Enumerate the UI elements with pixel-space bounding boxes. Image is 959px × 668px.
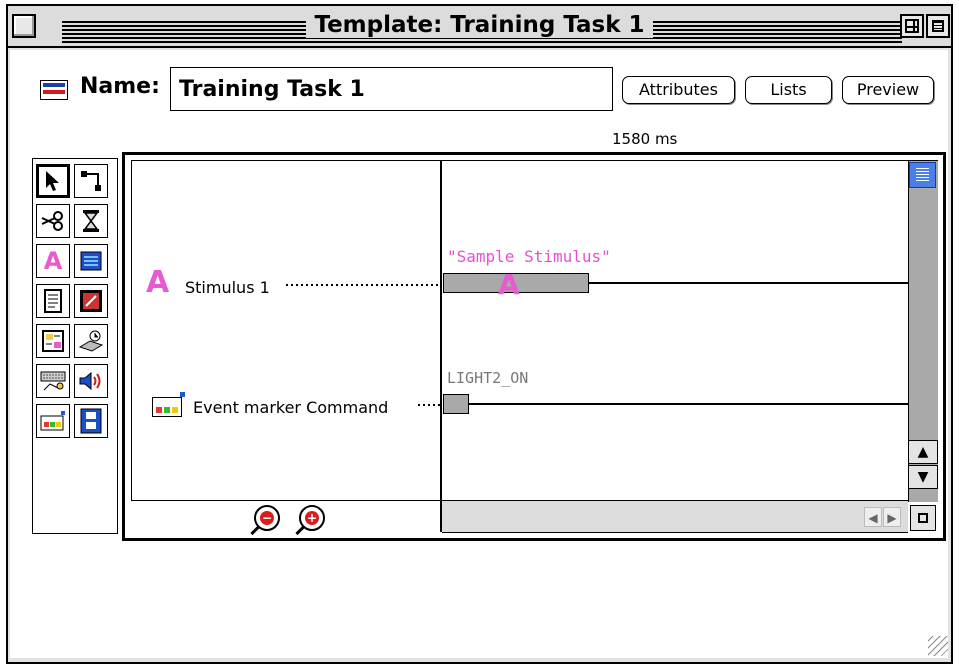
event-marker-bar[interactable] — [443, 394, 469, 414]
time-marker-label: 1580 ms — [612, 130, 678, 148]
preview-button[interactable]: Preview — [842, 76, 934, 104]
event-marker-icon — [152, 392, 185, 417]
row-label-stimulus[interactable]: Stimulus 1 — [185, 278, 270, 297]
vertical-scroll-thumb[interactable] — [909, 162, 936, 188]
collapse-box-icon[interactable] — [926, 14, 950, 38]
name-label: Name: — [80, 74, 160, 99]
zoom-out-button[interactable]: − — [254, 505, 280, 531]
connector-icon[interactable] — [74, 164, 108, 198]
attributes-button[interactable]: Attributes — [622, 76, 735, 104]
stimulus-a-icon: A — [498, 268, 520, 301]
scroll-up-arrow-icon[interactable]: ▲ — [908, 440, 938, 464]
stimulus-a-icon: A — [146, 265, 170, 300]
scroll-left-arrow-icon[interactable]: ◀ — [864, 507, 882, 527]
form-icon[interactable] — [36, 324, 70, 358]
template-icon — [40, 80, 68, 100]
pane-grow-box-icon[interactable] — [910, 505, 936, 531]
zoom-box-icon[interactable] — [900, 14, 924, 38]
plus-icon: + — [305, 511, 319, 525]
event-marker-icon[interactable] — [36, 404, 70, 438]
horizontal-scrollbar[interactable] — [442, 501, 908, 533]
name-field[interactable] — [170, 67, 613, 111]
stimulus-a-icon[interactable]: A — [36, 244, 70, 278]
event-bar-label: LIGHT2_ON — [447, 369, 529, 387]
minus-icon: − — [260, 511, 274, 525]
pane-divider[interactable] — [440, 160, 442, 532]
window-title: Template: Training Task 1 — [8, 12, 951, 38]
lists-button[interactable]: Lists — [745, 76, 832, 104]
film-strip-icon[interactable] — [74, 404, 108, 438]
image-icon[interactable] — [74, 284, 108, 318]
event-track-line — [468, 403, 908, 405]
speaker-icon[interactable] — [74, 364, 108, 398]
stimulus-bar-label: "Sample Stimulus" — [447, 247, 611, 266]
arrow-pointer-icon[interactable] — [36, 164, 70, 198]
document-icon[interactable] — [36, 284, 70, 318]
title-bar[interactable]: Template: Training Task 1 — [8, 6, 951, 48]
timeline-track-area[interactable] — [442, 160, 908, 501]
row-leader-dots — [418, 404, 440, 406]
close-box-icon[interactable] — [12, 14, 36, 38]
grid-display-icon[interactable] — [74, 244, 108, 278]
stimulus-track-line — [588, 282, 908, 284]
window-resize-icon[interactable] — [928, 636, 948, 656]
row-labels-pane — [131, 160, 441, 501]
scissors-icon[interactable] — [36, 204, 70, 238]
scroll-right-arrow-icon[interactable]: ▶ — [883, 507, 901, 527]
row-leader-dots — [286, 284, 440, 286]
keyboard-icon[interactable] — [36, 364, 70, 398]
row-label-event-marker[interactable]: Event marker Command — [193, 398, 388, 417]
zoom-in-button[interactable]: + — [299, 505, 325, 531]
hourglass-icon[interactable] — [74, 204, 108, 238]
response-device-icon[interactable] — [74, 324, 108, 358]
scroll-down-arrow-icon[interactable]: ▼ — [908, 465, 938, 489]
